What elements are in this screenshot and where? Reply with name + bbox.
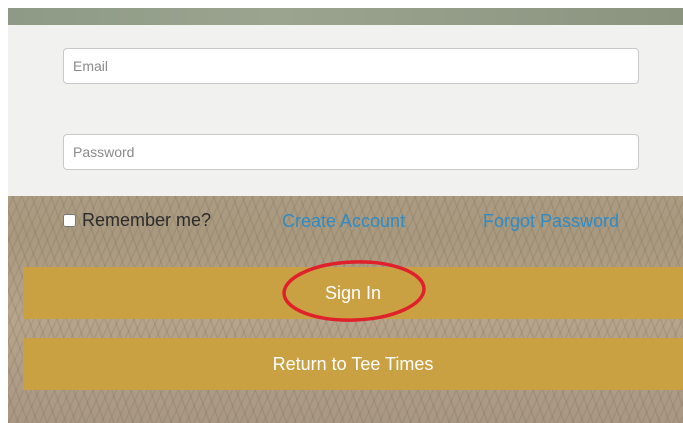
return-label: Return to Tee Times <box>272 353 434 374</box>
return-to-tee-times-button[interactable]: Return to Tee Times <box>23 338 683 390</box>
remember-me-checkbox[interactable] <box>63 214 76 227</box>
sign-in-label: Sign In <box>324 282 382 303</box>
create-account-link[interactable]: Create Account <box>282 211 405 232</box>
forgot-password-link[interactable]: Forgot Password <box>483 211 619 232</box>
sign-in-button[interactable]: Sign In <box>23 267 683 319</box>
remember-me-label: Remember me? <box>82 210 212 230</box>
login-screen: Remember me? Create Account Forgot Passw… <box>0 0 683 423</box>
remember-me[interactable]: Remember me? <box>63 210 211 231</box>
background-top-strip <box>8 8 683 25</box>
password-field[interactable] <box>63 134 639 170</box>
email-field[interactable] <box>63 48 639 84</box>
